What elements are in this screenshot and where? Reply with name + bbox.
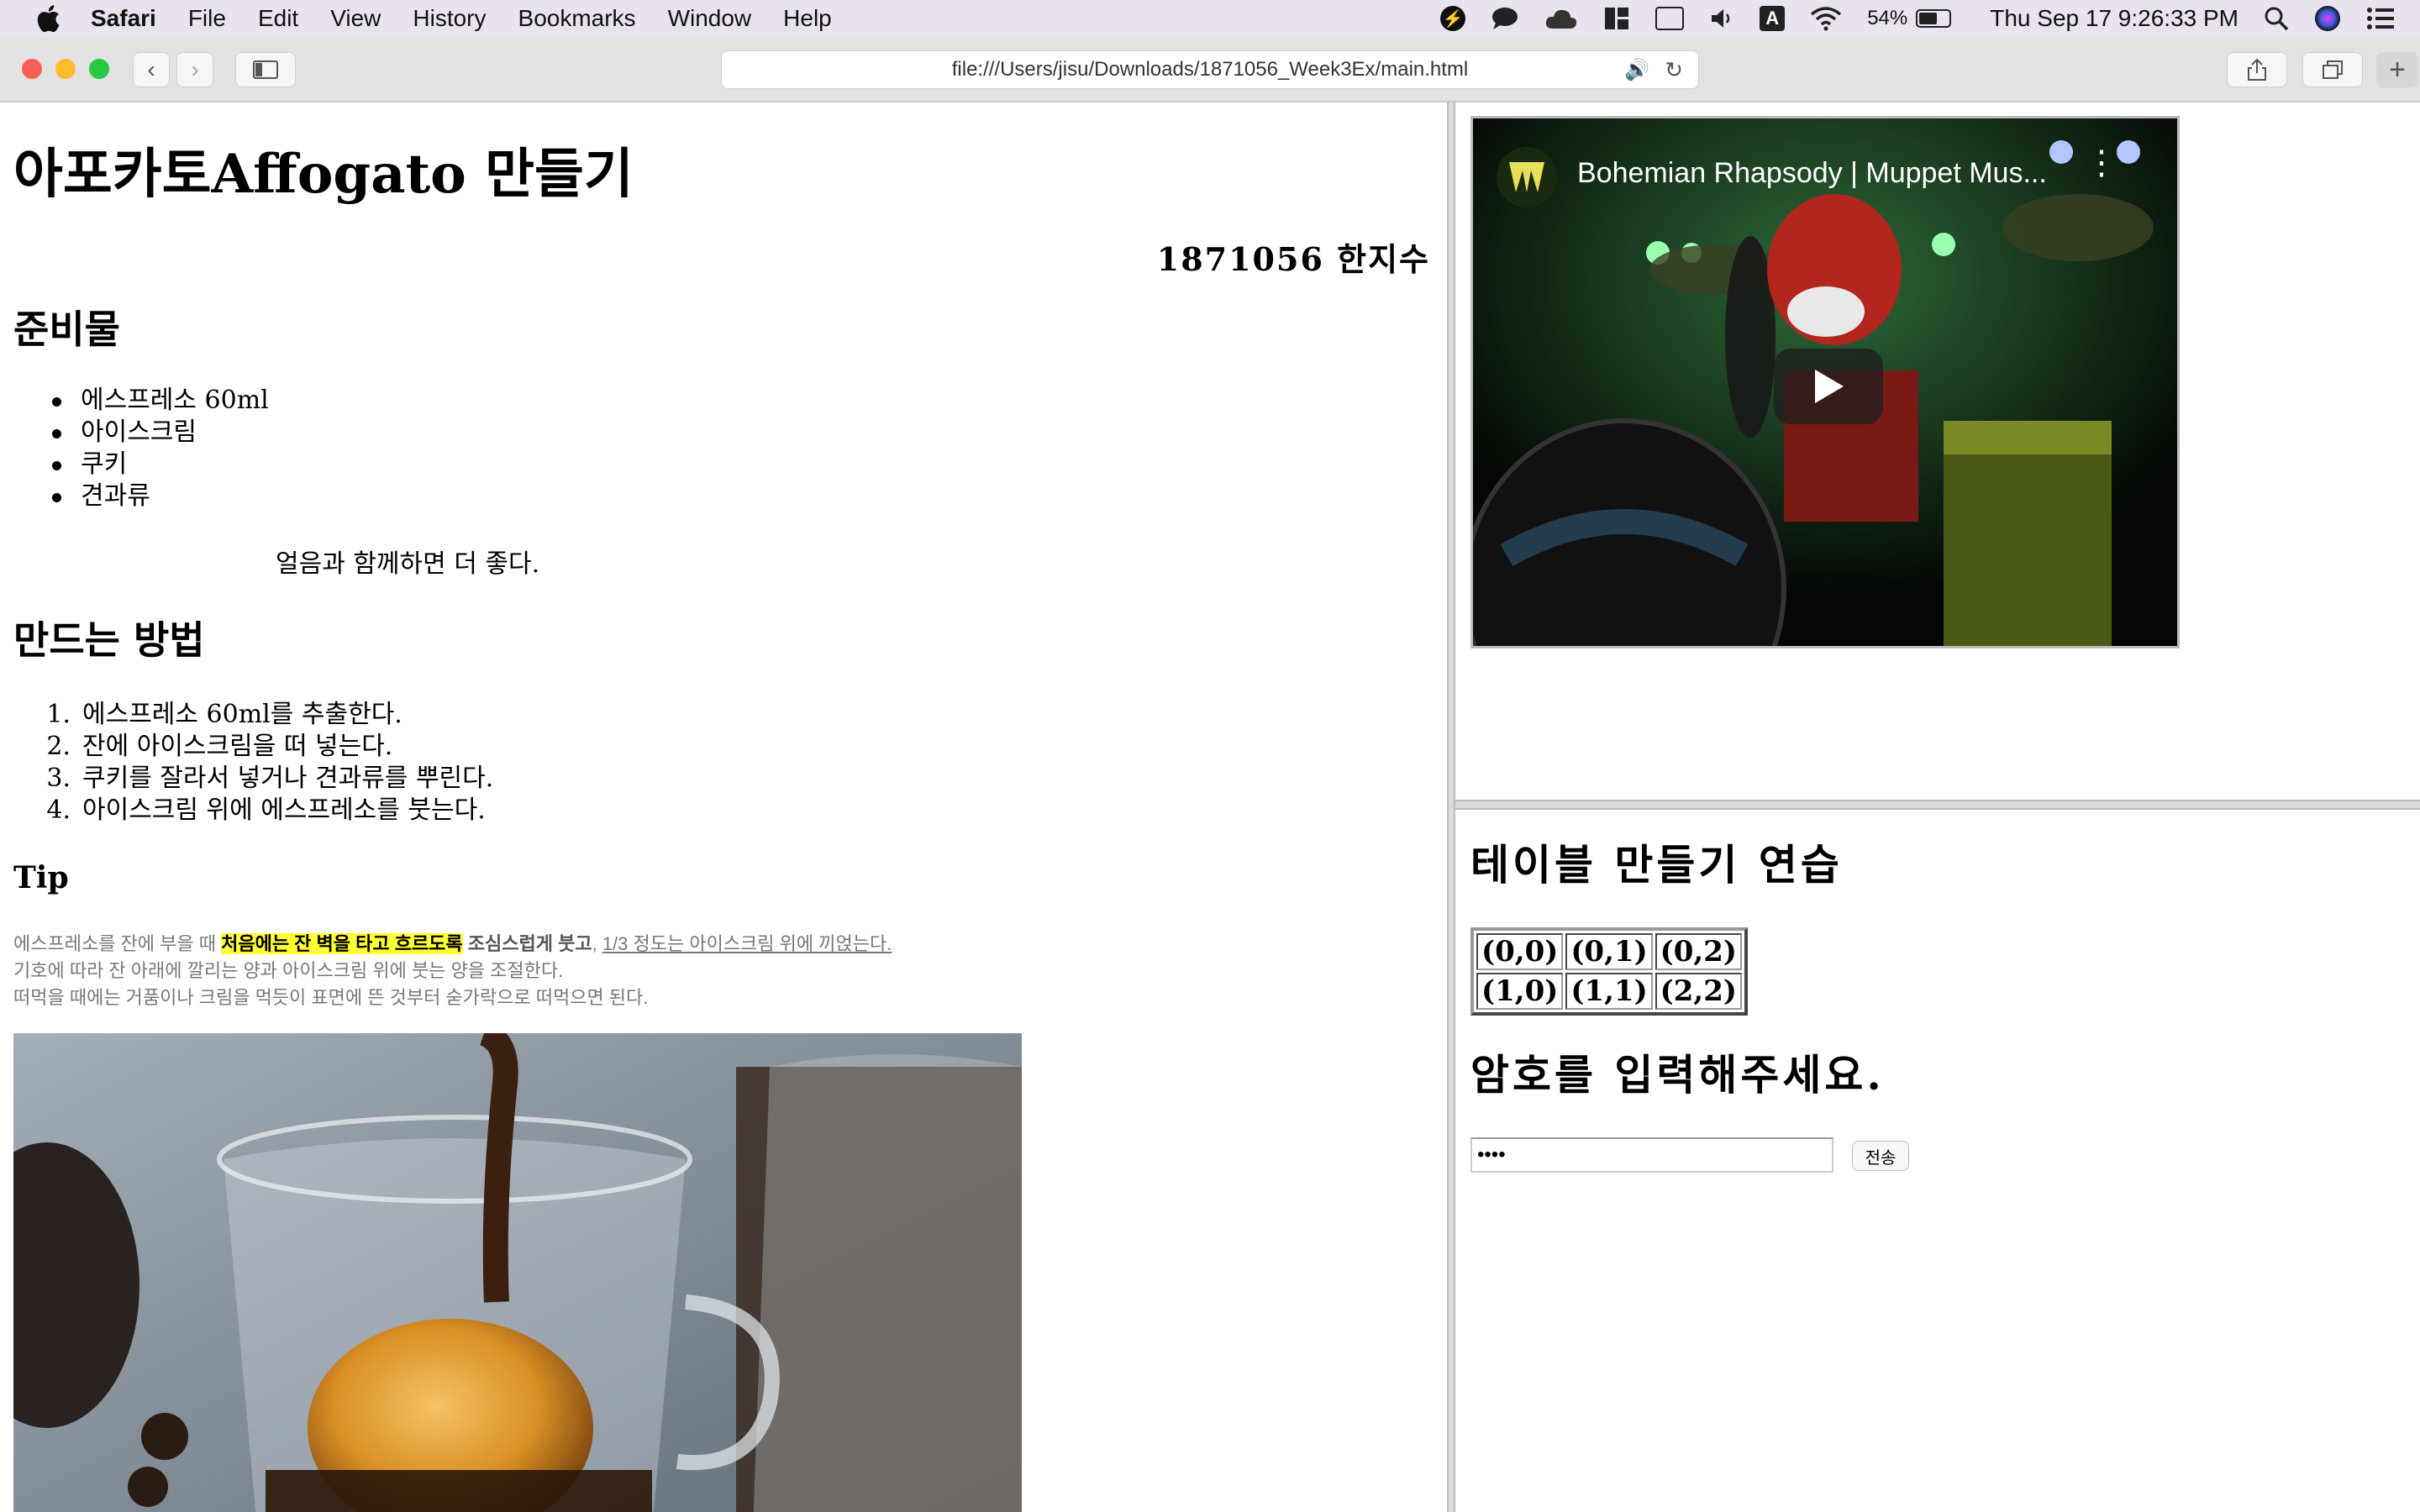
chat-bubble-icon[interactable] — [1491, 6, 1519, 31]
underlined-text: 1/3 정도는 아이스크림 위에 끼얹는다. — [602, 933, 892, 954]
tabs-overview-button[interactable] — [2302, 52, 2363, 87]
tip-heading: Tip — [13, 860, 69, 895]
clock[interactable]: Thu Sep 17 9:26:33 PM — [1990, 5, 2238, 32]
siri-icon[interactable] — [2314, 6, 2341, 31]
menu-window[interactable]: Window — [668, 5, 752, 32]
wifi-icon[interactable] — [1810, 6, 1842, 31]
menu-history[interactable]: History — [413, 5, 486, 32]
menu-help[interactable]: Help — [783, 5, 832, 32]
channel-logo-icon[interactable] — [1497, 147, 1557, 207]
reload-icon[interactable]: ↻ — [1665, 57, 1683, 83]
close-window-button[interactable] — [22, 59, 42, 79]
menu-view[interactable]: View — [330, 5, 381, 32]
zoom-window-button[interactable] — [89, 59, 109, 79]
list-item: 견과류 — [45, 480, 269, 512]
bolt-icon[interactable]: ⚡ — [1440, 6, 1466, 31]
sidebar-toggle-button[interactable] — [235, 52, 296, 87]
apple-icon[interactable] — [34, 4, 62, 33]
ice-note: 얼음과 함께하면 더 좋다. — [276, 549, 540, 579]
battery-icon[interactable] — [1916, 9, 1952, 28]
list-item: 4. 아이스크림 위에 에스프레소를 붓는다. — [46, 795, 486, 825]
affogato-photo — [13, 1033, 1022, 1512]
minimize-window-button[interactable] — [55, 59, 76, 79]
table-cell: (0,2) — [1655, 933, 1742, 970]
list-item: 아이스크림 — [45, 417, 269, 449]
back-button[interactable]: ‹ — [133, 52, 170, 87]
menu-file[interactable]: File — [188, 5, 226, 32]
submit-button[interactable]: 전송 — [1852, 1141, 1909, 1171]
left-frame: 아포카토Affogato 만들기 1871056 한지수 준비물 에스프레소 6… — [0, 102, 1447, 1512]
ingredients-heading: 준비물 — [13, 307, 120, 352]
url-text: file:///Users/jisu/Downloads/1871056_Wee… — [951, 58, 1469, 81]
battery-percent: 54% — [1867, 7, 1908, 29]
address-bar[interactable]: file:///Users/jisu/Downloads/1871056_Wee… — [721, 50, 1699, 89]
display-icon[interactable] — [1655, 7, 1685, 30]
list-item: 에스프레소 60ml — [45, 385, 269, 417]
table-row: (1,0) (1,1) (2,2) — [1476, 973, 1742, 1010]
chevron-right-icon: › — [191, 56, 199, 82]
window-controls — [22, 59, 123, 79]
share-icon — [2248, 58, 2266, 81]
table-cell: (2,2) — [1655, 973, 1742, 1010]
list-item: 3. 쿠키를 잘라서 넣거나 견과류를 뿌린다. — [46, 764, 494, 793]
chevron-left-icon: ‹ — [147, 56, 155, 82]
table-cell: (0,0) — [1476, 933, 1564, 970]
new-tab-button[interactable]: + — [2376, 52, 2418, 87]
table-row: (0,0) (0,1) (0,2) — [1476, 933, 1742, 970]
play-icon — [1815, 370, 1844, 403]
frame-divider-horizontal[interactable] — [1455, 800, 2420, 810]
author-line: 1871056 한지수 — [1156, 240, 1430, 278]
practice-table: (0,0) (0,1) (0,2) (1,0) (1,1) (2,2) — [1470, 927, 1748, 1016]
list-item: 쿠키 — [45, 449, 269, 480]
password-heading: 암호를 입력해주세요. — [1470, 1050, 1885, 1100]
play-button[interactable] — [1774, 349, 1883, 424]
password-input[interactable]: •••• — [1470, 1137, 1833, 1173]
table-cell: (1,0) — [1476, 973, 1564, 1010]
steps-list: 1. 에스프레소 60ml를 추출한다. 2. 잔에 아이스크림을 떠 넣는다. 3… — [29, 699, 493, 827]
video-title[interactable]: Bohemian Rhapsody | Muppet Mus... — [1577, 157, 2047, 190]
tabs-icon — [2323, 60, 2343, 79]
notification-center-icon[interactable] — [2366, 6, 2395, 31]
menu-app-name[interactable]: Safari — [91, 5, 156, 32]
input-source-icon[interactable]: A — [1760, 6, 1786, 31]
page-title: 아포카토Affogato 만들기 — [13, 143, 634, 206]
table-heading: 테이블 만들기 연습 — [1470, 840, 1843, 890]
frame-divider-vertical[interactable] — [1447, 102, 1455, 1512]
video-embed[interactable]: Bohemian Rhapsody | Muppet Mus... ⋮ — [1470, 116, 2180, 648]
sidebar-icon — [253, 60, 278, 79]
plus-icon: + — [2389, 53, 2406, 86]
share-button[interactable] — [2227, 52, 2287, 87]
menu-bookmarks[interactable]: Bookmarks — [518, 5, 636, 32]
audio-playing-icon[interactable]: 🔊 — [1624, 58, 1649, 82]
list-item: 2. 잔에 아이스크림을 떠 넣는다. — [46, 732, 393, 761]
browser-toolbar: ‹ › file:///Users/jisu/Downloads/1871056… — [0, 37, 2420, 102]
more-options-icon[interactable]: ⋮ — [2085, 146, 2118, 180]
page-content: 아포카토Affogato 만들기 1871056 한지수 준비물 에스프레소 6… — [0, 102, 2420, 1512]
highlighted-text: 처음에는 잔 벽을 타고 흐르도록 — [221, 933, 463, 954]
layout-icon[interactable] — [1603, 6, 1630, 31]
search-icon[interactable] — [2264, 6, 2289, 31]
table-cell: (0,1) — [1565, 933, 1653, 970]
list-item: 1. 에스프레소 60ml를 추출한다. — [46, 700, 402, 729]
menu-bar: Safari File Edit View History Bookmarks … — [0, 0, 2420, 37]
volume-icon[interactable] — [1709, 6, 1734, 31]
forward-button[interactable]: › — [176, 52, 213, 87]
menu-edit[interactable]: Edit — [258, 5, 298, 32]
table-cell: (1,1) — [1565, 973, 1653, 1010]
tip-body: 에스프레소를 잔에 부을 때 처음에는 잔 벽을 타고 흐르도록 조심스럽게 붓… — [13, 933, 892, 1008]
ingredients-list: 에스프레소 60ml 아이스크림 쿠키 견과류 — [45, 385, 269, 512]
right-frame: Bohemian Rhapsody | Muppet Mus... ⋮ 테이블 … — [1455, 102, 2420, 1512]
cloud-icon[interactable] — [1544, 6, 1578, 31]
method-heading: 만드는 방법 — [13, 617, 205, 663]
